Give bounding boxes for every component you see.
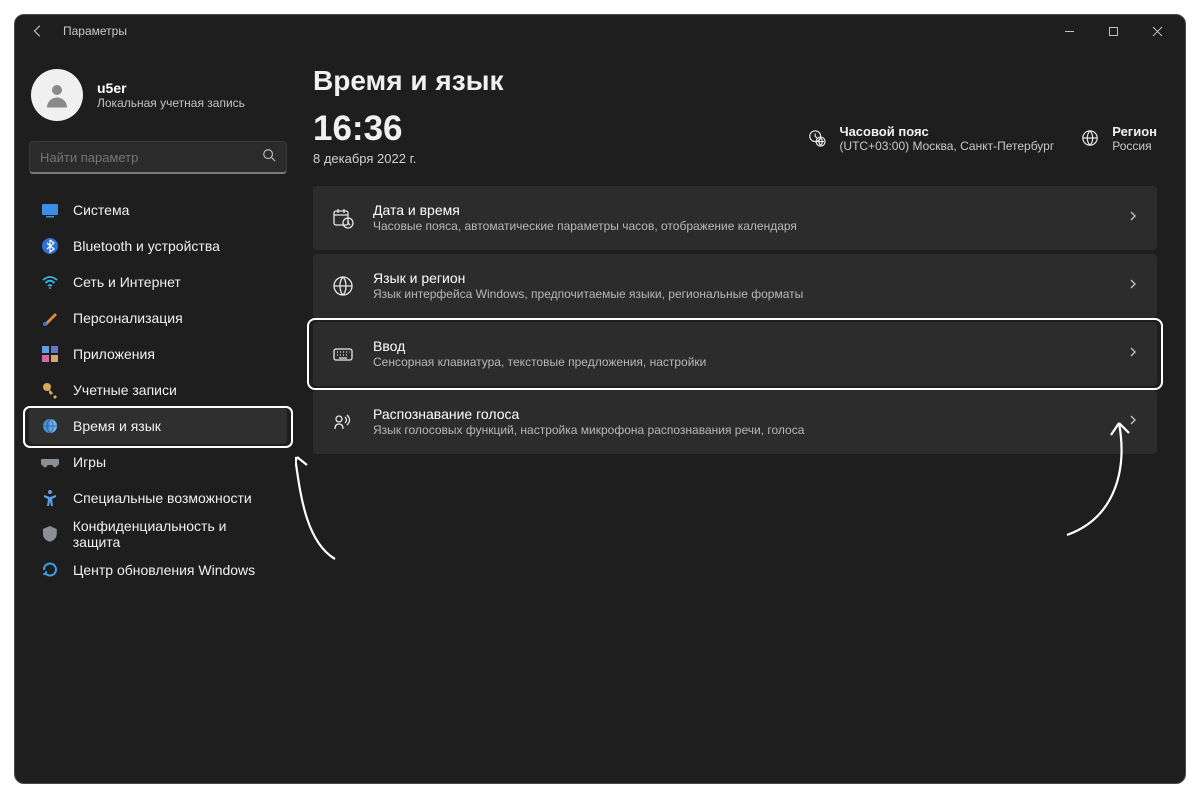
gamepad-icon: [41, 453, 59, 471]
calendar-clock-icon: [331, 206, 355, 230]
clock-time: 16:36: [313, 111, 416, 148]
globe-language-icon: [331, 274, 355, 298]
nav-apps[interactable]: Приложения: [29, 336, 287, 372]
minimize-button[interactable]: [1047, 15, 1091, 47]
card-speech[interactable]: Распознавание голоса Язык голосовых функ…: [313, 390, 1157, 454]
nav-label: Персонализация: [73, 310, 183, 326]
card-sub: Сенсорная клавиатура, текстовые предложе…: [373, 355, 1109, 369]
avatar: [31, 69, 83, 121]
nav-label: Сеть и Интернет: [73, 274, 181, 290]
chevron-right-icon: [1127, 345, 1139, 363]
titlebar: Параметры: [15, 15, 1185, 47]
chevron-right-icon: [1127, 277, 1139, 295]
chevron-right-icon: [1127, 413, 1139, 431]
card-title: Ввод: [373, 338, 1109, 354]
timezone-summary[interactable]: Часовой пояс (UTC+03:00) Москва, Санкт-П…: [807, 124, 1054, 153]
nav-label: Bluetooth и устройства: [73, 238, 220, 254]
nav-label: Игры: [73, 454, 106, 470]
card-sub: Язык голосовых функций, настройка микроф…: [373, 423, 1109, 437]
card-language-region[interactable]: Язык и регион Язык интерфейса Windows, п…: [313, 254, 1157, 318]
close-button[interactable]: [1135, 15, 1179, 47]
globe-icon: [1080, 128, 1100, 148]
nav-accessibility[interactable]: Специальные возможности: [29, 480, 287, 516]
keyboard-icon: [331, 342, 355, 366]
nav-label: Конфиденциальность и защита: [73, 518, 275, 550]
card-date-time[interactable]: Дата и время Часовые пояса, автоматическ…: [313, 186, 1157, 250]
region-value: Россия: [1112, 139, 1157, 153]
sidebar: u5er Локальная учетная запись Система: [15, 47, 301, 783]
maximize-button[interactable]: [1091, 15, 1135, 47]
nav-privacy[interactable]: Конфиденциальность и защита: [29, 516, 287, 552]
main-content: Время и язык 16:36 8 декабря 2022 г. Час…: [301, 47, 1185, 783]
wifi-icon: [41, 273, 59, 291]
profile-name: u5er: [97, 80, 245, 96]
nav: Система Bluetooth и устройства Сеть и Ин…: [29, 192, 287, 588]
nav-system[interactable]: Система: [29, 192, 287, 228]
nav-personalization[interactable]: Персонализация: [29, 300, 287, 336]
card-input[interactable]: Ввод Сенсорная клавиатура, текстовые пре…: [313, 322, 1157, 386]
shield-icon: [41, 525, 59, 543]
speech-icon: [331, 410, 355, 434]
region-label: Регион: [1112, 124, 1157, 139]
nav-label: Учетные записи: [73, 382, 177, 398]
card-title: Распознавание голоса: [373, 406, 1109, 422]
nav-bluetooth[interactable]: Bluetooth и устройства: [29, 228, 287, 264]
key-icon: [41, 381, 59, 399]
search-input[interactable]: [40, 150, 262, 165]
nav-update[interactable]: Центр обновления Windows: [29, 552, 287, 588]
update-icon: [41, 561, 59, 579]
apps-icon: [41, 345, 59, 363]
chevron-right-icon: [1127, 209, 1139, 227]
nav-label: Центр обновления Windows: [73, 562, 255, 578]
search-box[interactable]: [29, 141, 287, 174]
system-icon: [41, 201, 59, 219]
timezone-label: Часовой пояс: [839, 124, 1054, 139]
search-icon: [262, 148, 276, 167]
region-summary[interactable]: Регион Россия: [1080, 124, 1157, 153]
accessibility-icon: [41, 489, 59, 507]
titlebar-title: Параметры: [63, 24, 127, 38]
profile[interactable]: u5er Локальная учетная запись: [31, 69, 287, 121]
card-title: Язык и регион: [373, 270, 1109, 286]
settings-window: Параметры u5er Локальная учетная запись: [14, 14, 1186, 784]
back-button[interactable]: [21, 15, 55, 47]
nav-gaming[interactable]: Игры: [29, 444, 287, 480]
clock-date: 8 декабря 2022 г.: [313, 151, 416, 166]
nav-label: Приложения: [73, 346, 155, 362]
nav-label: Время и язык: [73, 418, 161, 434]
card-sub: Часовые пояса, автоматические параметры …: [373, 219, 1109, 233]
profile-type: Локальная учетная запись: [97, 96, 245, 110]
clock-icon: [807, 128, 827, 148]
nav-time-language[interactable]: Время и язык: [29, 408, 287, 444]
nav-label: Система: [73, 202, 129, 218]
bluetooth-icon: [41, 237, 59, 255]
cards: Дата и время Часовые пояса, автоматическ…: [313, 186, 1157, 454]
info-row: 16:36 8 декабря 2022 г. Часовой пояс (UT…: [313, 111, 1157, 166]
page-title: Время и язык: [313, 65, 1157, 97]
card-title: Дата и время: [373, 202, 1109, 218]
nav-network[interactable]: Сеть и Интернет: [29, 264, 287, 300]
brush-icon: [41, 309, 59, 327]
nav-label: Специальные возможности: [73, 490, 252, 506]
nav-accounts[interactable]: Учетные записи: [29, 372, 287, 408]
card-sub: Язык интерфейса Windows, предпочитаемые …: [373, 287, 1109, 301]
timezone-value: (UTC+03:00) Москва, Санкт-Петербург: [839, 139, 1054, 153]
clock-globe-icon: [41, 417, 59, 435]
